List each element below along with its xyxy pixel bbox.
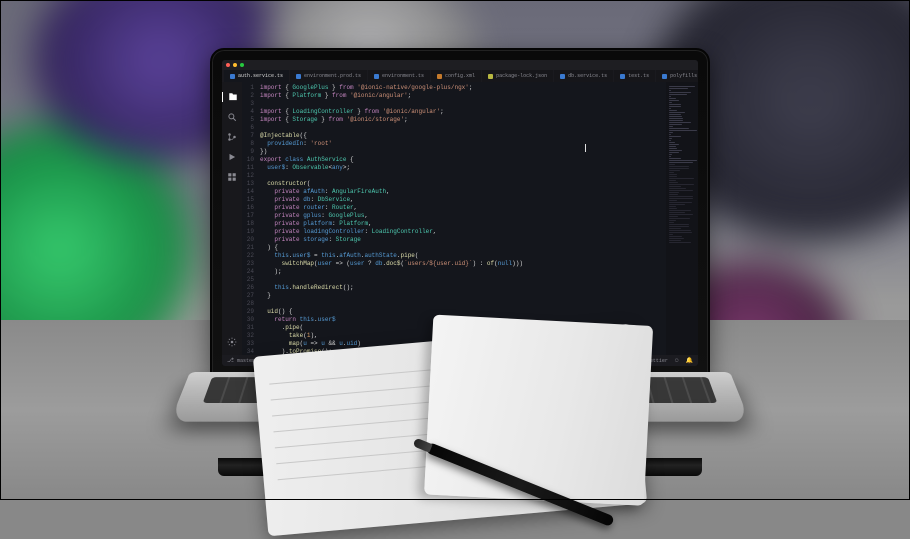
code-area[interactable]: import { GooglePlus } from '@ionic-nativ… [256,82,666,355]
branch-indicator[interactable]: ⎇ master [227,357,255,365]
minimize-icon[interactable] [233,63,237,67]
close-icon[interactable] [226,63,230,67]
tab-label: db.service.ts [568,72,607,80]
code-line: uid() { [260,308,662,316]
file-icon [488,74,493,79]
code-line [260,100,662,108]
code-line: private loadingController: LoadingContro… [260,228,662,236]
file-icon [296,74,301,79]
debug-icon[interactable] [227,152,237,162]
code-line: switchMap(user => (user ? db.doc$(`users… [260,260,662,268]
file-icon [374,74,379,79]
code-line: import { Platform } from '@ionic/angular… [260,92,662,100]
code-line: } [260,292,662,300]
tab-label: environment.prod.ts [304,72,361,80]
source-control-icon[interactable] [227,132,237,142]
code-line [260,276,662,284]
code-line: private db: DbService, [260,196,662,204]
editor-tab[interactable]: auth.service.ts [224,70,289,82]
code-line: ) { [260,244,662,252]
paper-notebook [253,324,647,536]
maximize-icon[interactable] [240,63,244,67]
bell-icon[interactable]: 🔔 [686,357,693,365]
editor-tab[interactable]: test.ts [614,70,655,82]
code-line: @Injectable({ [260,132,662,140]
code-line: ); [260,268,662,276]
code-line: private afAuth: AngularFireAuth, [260,188,662,196]
explorer-icon[interactable] [222,92,242,102]
code-line [260,300,662,308]
window-titlebar [222,60,698,70]
text-cursor-icon [585,144,586,152]
editor-tab[interactable]: config.xml [431,70,481,82]
code-line: import { GooglePlus } from '@ionic-nativ… [260,84,662,92]
code-line [260,172,662,180]
code-line: this.user$ = this.afAuth.authState.pipe( [260,252,662,260]
editor-tab[interactable]: environment.ts [368,70,430,82]
tab-label: config.xml [445,72,475,80]
editor-main: 1234567891011121314151617181920212223242… [222,82,698,355]
code-line: user$: Observable<any>; [260,164,662,172]
minimap[interactable] [666,82,698,355]
file-icon [437,74,442,79]
search-icon[interactable] [227,112,237,122]
editor-tab[interactable]: db.service.ts [554,70,613,82]
editor-pane[interactable]: 1234567891011121314151617181920212223242… [242,82,698,355]
code-line: import { LoadingController } from '@ioni… [260,108,662,116]
tab-label: auth.service.ts [238,72,283,80]
editor-tabs: auth.service.ts environment.prod.ts enviro… [222,70,698,82]
activity-bar [222,82,242,355]
file-icon [560,74,565,79]
feedback-icon[interactable]: ☺ [675,357,679,365]
tab-label: polyfills.ts [670,72,698,80]
settings-gear-icon[interactable] [227,337,237,347]
tab-label: package-lock.json [496,72,547,80]
tab-label: environment.ts [382,72,424,80]
code-line: providedIn: 'root' [260,140,662,148]
code-line: this.handleRedirect(); [260,284,662,292]
editor-tab[interactable]: package-lock.json [482,70,553,82]
line-number-gutter: 1234567891011121314151617181920212223242… [242,82,256,355]
file-icon [620,74,625,79]
file-icon [662,74,667,79]
file-icon [230,74,235,79]
editor-tab[interactable]: environment.prod.ts [290,70,367,82]
editor-tab[interactable]: polyfills.ts [656,70,698,82]
code-line: }) [260,148,662,156]
code-line: private storage: Storage [260,236,662,244]
code-line: private platform: Platform, [260,220,662,228]
code-line: private gplus: GooglePlus, [260,212,662,220]
notebook-page-right [424,315,653,506]
tab-label: test.ts [628,72,649,80]
code-line: constructor( [260,180,662,188]
code-line [260,124,662,132]
code-line: import { Storage } from '@ionic/storage'… [260,116,662,124]
code-line: private router: Router, [260,204,662,212]
extensions-icon[interactable] [227,172,237,182]
code-line: export class AuthService { [260,156,662,164]
photo-scene: auth.service.ts environment.prod.ts enviro… [0,0,910,500]
